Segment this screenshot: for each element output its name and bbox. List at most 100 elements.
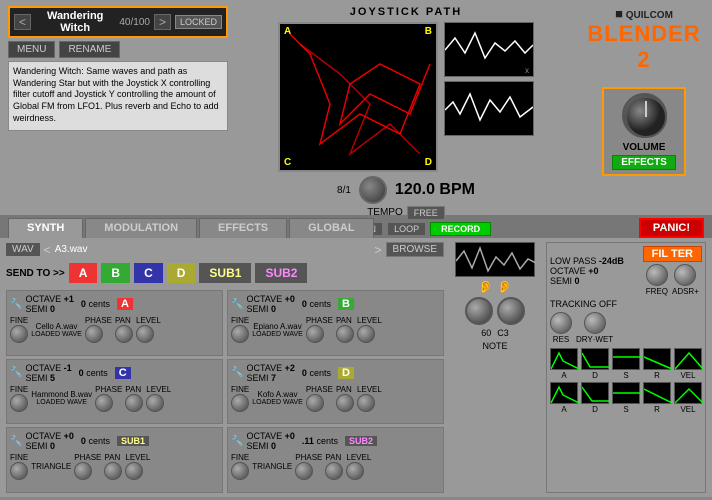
channel-d-button[interactable]: D — [167, 263, 196, 283]
osc-c-phase-knob[interactable] — [95, 394, 113, 412]
adsr-vel-block: VEL — [674, 348, 702, 380]
channel-sub1-button[interactable]: SUB1 — [199, 263, 251, 283]
filter-drywet-knob[interactable] — [584, 312, 606, 334]
osc-b-phase-knob[interactable] — [306, 325, 324, 343]
channel-a-button[interactable]: A — [69, 263, 98, 283]
osc-c-pan-label: PAN — [125, 385, 143, 394]
note-section: 👂 👂 60 C3 NOTE — [450, 242, 540, 493]
filter-res-knob[interactable] — [550, 312, 572, 334]
osc-b-settings-icon[interactable]: 🔧 — [231, 299, 243, 310]
osc-sub1-level-knob[interactable] — [125, 462, 143, 480]
osc-sub1-fine-label: FINE — [10, 453, 28, 462]
tempo-knob[interactable] — [359, 176, 387, 204]
osc-sub2-pan-label: PAN — [325, 453, 343, 462]
filter-semi: SEMI 0 — [550, 276, 624, 286]
adsr-d-shape — [581, 348, 609, 370]
osc-c-level-knob[interactable] — [146, 394, 164, 412]
note-knob-2[interactable] — [497, 297, 525, 325]
tracking-label: TRACKING OFF — [550, 299, 702, 309]
osc-sub2-fine-knob[interactable] — [231, 462, 249, 480]
osc-d-level-knob[interactable] — [357, 394, 375, 412]
adsr-s-label: S — [623, 371, 628, 380]
osc-sub1-fine-knob[interactable] — [10, 462, 28, 480]
osc-a-pan-knob[interactable] — [115, 325, 133, 343]
osc-sub1-pan-knob[interactable] — [104, 462, 122, 480]
filter-adsr-knob[interactable] — [674, 264, 696, 286]
osc-sub2-fine-label: FINE — [231, 453, 249, 462]
wav-next-arrow[interactable]: > — [375, 243, 382, 257]
channel-sub2-button[interactable]: SUB2 — [255, 263, 307, 283]
left-osc-column: 🔧 OCTAVE +1 SEMI 0 0 cents A FINE — [6, 290, 223, 493]
osc-d-pan-knob[interactable] — [336, 394, 354, 412]
menu-row: MENU RENAME — [8, 41, 228, 58]
filter-res-row: RES DRY·WET — [550, 312, 702, 344]
osc-d-phase-knob[interactable] — [306, 394, 324, 412]
osc-a-fine-knob[interactable] — [10, 325, 28, 343]
wav-filename: A3.wav — [55, 244, 371, 255]
effects-button[interactable]: EFFECTS — [612, 155, 676, 170]
osc-a-settings-icon[interactable]: 🔧 — [10, 299, 22, 310]
adsr-r-shape — [643, 348, 671, 370]
osc-a-level-knob[interactable] — [136, 325, 154, 343]
wav-selector-row: WAV < A3.wav > BROWSE — [6, 242, 444, 257]
tempo-free-option[interactable]: FREE — [407, 206, 445, 220]
osc-sub1-cents: 0 cents — [81, 436, 110, 446]
osc-b-pan-knob[interactable] — [336, 325, 354, 343]
osc-b-fine-knob[interactable] — [231, 325, 249, 343]
osc-sub1-loaded-label: TRIANGLE — [31, 462, 71, 471]
osc-sub2-level-knob[interactable] — [346, 462, 364, 480]
adsr-r-block: R — [643, 348, 671, 380]
locked-badge: LOCKED — [175, 15, 222, 29]
adsr-d-label: D — [592, 371, 598, 380]
osc-c-pan-knob[interactable] — [125, 394, 143, 412]
channel-c-button[interactable]: C — [134, 263, 163, 283]
wav-prev-arrow[interactable]: < — [44, 243, 51, 257]
filter-octave: OCTAVE +0 — [550, 266, 624, 276]
adsr2-a-label: A — [561, 405, 566, 414]
osc-a-phase-knob[interactable] — [85, 325, 103, 343]
osc-grid: 🔧 OCTAVE +1 SEMI 0 0 cents A FINE — [6, 290, 444, 493]
osc-sub2-settings-icon[interactable]: 🔧 — [231, 436, 243, 447]
osc-c-semi: SEMI 5 — [25, 373, 71, 383]
rename-button[interactable]: RENAME — [59, 41, 120, 58]
osc-sub1-block: 🔧 OCTAVE +0 SEMI 0 0 cents SUB1 FINE — [6, 427, 223, 493]
adsr2-vel-label: VEL — [680, 405, 695, 414]
osc-d-phase-label: PHASE — [306, 385, 333, 394]
osc-sub2-semi: SEMI 0 — [246, 441, 294, 451]
tab-effects[interactable]: EFFECTS — [199, 218, 287, 238]
osc-b-loaded-label: Epiano A.wav LOADED WAVE — [252, 322, 303, 338]
adsr2-s-shape — [612, 382, 640, 404]
osc-sub2-pan-knob[interactable] — [325, 462, 343, 480]
note-waveform — [455, 242, 535, 277]
browse-button[interactable]: BROWSE — [386, 242, 444, 257]
osc-d-settings-icon[interactable]: 🔧 — [231, 367, 243, 378]
record-button[interactable]: RECORD — [430, 222, 491, 236]
osc-b-level-label: LEVEL — [357, 316, 382, 325]
osc-b-block: 🔧 OCTAVE +0 SEMI 0 0 cents B FINE — [227, 290, 444, 356]
channel-b-button[interactable]: B — [101, 263, 130, 283]
note-icon-row: 👂 👂 — [478, 280, 512, 294]
panic-button[interactable]: PANIC! — [639, 218, 704, 238]
osc-d-fine-knob[interactable] — [231, 394, 249, 412]
volume-knob[interactable] — [622, 93, 667, 138]
filter-freq-knob[interactable] — [646, 264, 668, 286]
tab-global[interactable]: GLOBAL — [289, 218, 373, 238]
osc-sub1-settings-icon[interactable]: 🔧 — [10, 436, 22, 447]
osc-b-level-knob[interactable] — [357, 325, 375, 343]
osc-sub2-phase-knob[interactable] — [295, 462, 313, 480]
tab-synth[interactable]: SYNTH — [8, 218, 83, 238]
osc-d-level-label: LEVEL — [357, 385, 382, 394]
osc-sub1-phase-knob[interactable] — [74, 462, 92, 480]
loop-button[interactable]: LOOP — [387, 222, 426, 236]
brand-text: ■ QUILCOM — [584, 6, 704, 21]
note-knob-1[interactable] — [465, 297, 493, 325]
osc-c-fine-knob[interactable] — [10, 394, 28, 412]
preset-next-button[interactable]: > — [154, 14, 171, 30]
preset-prev-button[interactable]: < — [14, 14, 31, 30]
osc-sub1-phase-label: PHASE — [74, 453, 101, 462]
osc-c-settings-icon[interactable]: 🔧 — [10, 367, 22, 378]
tab-modulation[interactable]: MODULATION — [85, 218, 197, 238]
menu-button[interactable]: MENU — [8, 41, 55, 58]
adsr2-s-label: S — [623, 405, 628, 414]
osc-a-octave: OCTAVE +1 — [25, 294, 73, 304]
